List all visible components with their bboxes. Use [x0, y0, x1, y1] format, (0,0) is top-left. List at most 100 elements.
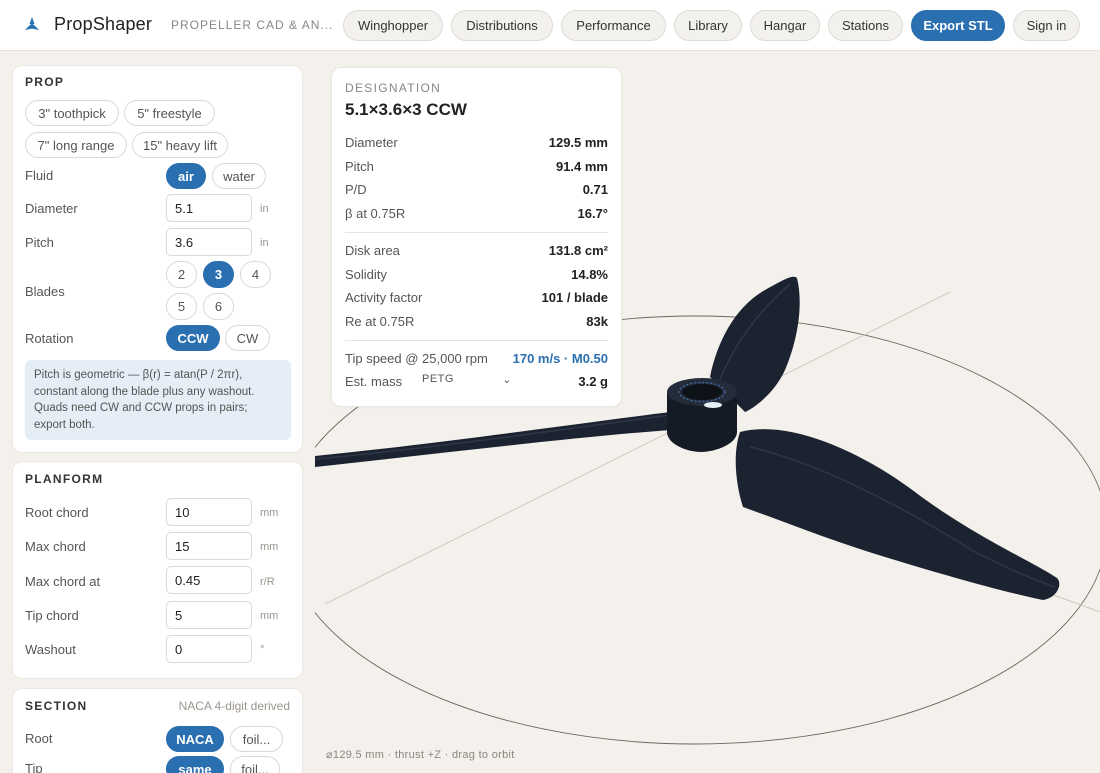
rotation-cw-toggle[interactable]: CW [225, 325, 270, 351]
viewport-caption: ⌀129.5 mm · thrust +Z · drag to orbit [326, 749, 515, 761]
export-stl-button[interactable]: Export STL [911, 10, 1005, 41]
root-chord-input[interactable] [166, 498, 252, 526]
fluid-water-toggle[interactable]: water [212, 163, 266, 189]
spec-value: 0.71 [582, 182, 608, 197]
spec-value: 129.5 mm [548, 135, 608, 150]
blades-4-option[interactable]: 4 [240, 261, 271, 288]
spec-row: Solidity 14.8% [345, 267, 608, 285]
tip-foil-toggle[interactable]: foil... [230, 756, 280, 773]
washout-input[interactable] [166, 635, 252, 663]
blade-left [315, 412, 671, 467]
nav-library[interactable]: Library [674, 10, 742, 41]
blades-2-option[interactable]: 2 [166, 261, 197, 288]
preset-5in-freestyle[interactable]: 5" freestyle [124, 100, 215, 126]
root-chord-unit: mm [260, 507, 279, 519]
root-naca-toggle[interactable]: NACA [166, 726, 224, 752]
spec-row: β at 0.75R 16.7° [345, 206, 608, 224]
planform-panel: PLANFORM Root chord mm Max chord mm Max … [12, 461, 303, 679]
tip-chord-unit: mm [260, 610, 279, 622]
spec-row: Disk area 131.8 cm² [345, 243, 608, 261]
spec-row: P/D 0.71 [345, 182, 608, 200]
pitch-info-note: Pitch is geometric — β(r) = atan(P / 2πr… [25, 360, 291, 440]
spec-key: Solidity [345, 267, 387, 282]
mass-value: 3.2 g [578, 374, 608, 389]
max-chord-at-input[interactable] [166, 566, 252, 594]
nav-stations[interactable]: Stations [828, 10, 903, 41]
preset-15in-heavy-lift[interactable]: 15" heavy lift [132, 132, 228, 158]
blades-3-option[interactable]: 3 [203, 261, 234, 288]
root-chord-label: Root chord [25, 505, 89, 520]
max-chord-at-unit: r/R [260, 576, 275, 588]
blades-6-option[interactable]: 6 [203, 293, 234, 320]
washout-label: Washout [25, 642, 76, 657]
spec-key: P/D [345, 182, 367, 197]
material-value: PETG [422, 373, 454, 385]
blades-label: Blades [25, 284, 65, 299]
section-panel: SECTION NACA 4-digit derived Root NACA f… [12, 688, 303, 773]
spec-key: Re at 0.75R [345, 314, 415, 329]
max-chord-label: Max chord [25, 539, 86, 554]
designation-card: DESIGNATION 5.1×3.6×3 CCW Diameter 129.5… [331, 67, 622, 407]
root-foil-toggle[interactable]: foil... [230, 726, 283, 752]
spec-value: 16.7° [577, 206, 608, 221]
sign-in-button[interactable]: Sign in [1013, 10, 1080, 41]
spec-key: Pitch [345, 159, 374, 174]
tip-speed-value: 170 m/s · M0.50 [512, 351, 608, 366]
tip-speed-row: Tip speed @ 25,000 rpm 170 m/s · M0.50 [345, 351, 608, 369]
tip-section-label: Tip [25, 761, 43, 773]
preset-7in-long-range[interactable]: 7" long range [25, 132, 127, 158]
max-chord-unit: mm [260, 541, 279, 553]
spec-row: Diameter 129.5 mm [345, 135, 608, 153]
nav-winghopper[interactable]: Winghopper [343, 10, 443, 41]
planform-panel-title: PLANFORM [25, 472, 104, 486]
section-panel-title: SECTION [25, 699, 88, 713]
tip-speed-key: Tip speed @ 25,000 rpm [345, 351, 488, 366]
nav-distributions[interactable]: Distributions [451, 10, 553, 41]
spec-row: Pitch 91.4 mm [345, 159, 608, 177]
pitch-input[interactable] [166, 228, 252, 256]
diameter-unit: in [260, 203, 269, 215]
chevron-down-icon: ⌄ [502, 374, 512, 386]
blade-bottom-right [735, 429, 1060, 600]
nav-performance[interactable]: Performance [561, 10, 666, 41]
diameter-input[interactable] [166, 194, 252, 222]
spec-row: Activity factor 101 / blade [345, 290, 608, 308]
hub-highlight [704, 402, 722, 408]
divider [345, 340, 608, 341]
spec-key: Diameter [345, 135, 398, 150]
nav-hangar[interactable]: Hangar [750, 10, 820, 41]
section-panel-note: NACA 4-digit derived [178, 699, 290, 713]
designation-label: DESIGNATION [345, 81, 442, 95]
blades-5-option[interactable]: 5 [166, 293, 197, 320]
spec-key: Disk area [345, 243, 400, 258]
fluid-label: Fluid [25, 168, 54, 183]
mass-key: Est. mass [345, 374, 403, 389]
rotation-ccw-toggle[interactable]: CCW [166, 325, 220, 351]
divider [345, 232, 608, 233]
pitch-label: Pitch [25, 235, 54, 250]
spec-key: Activity factor [345, 290, 423, 305]
tip-chord-label: Tip chord [25, 608, 79, 623]
tip-same-toggle[interactable]: same [166, 756, 224, 773]
mass-row: Est. mass PETG ⌄ 3.2 g [345, 373, 608, 393]
designation-title: 5.1×3.6×3 CCW [345, 100, 467, 119]
tip-chord-input[interactable] [166, 601, 252, 629]
material-select[interactable]: PETG ⌄ [422, 373, 512, 393]
propeller-logo-icon [25, 17, 39, 30]
diameter-label: Diameter [25, 201, 78, 216]
spec-value: 14.8% [571, 267, 608, 282]
prop-panel-title: PROP [25, 75, 65, 89]
max-chord-input[interactable] [166, 532, 252, 560]
spec-row: Re at 0.75R 83k [345, 314, 608, 332]
spec-value: 83k [586, 314, 608, 329]
preset-3in-toothpick[interactable]: 3" toothpick [25, 100, 119, 126]
spec-value: 131.8 cm² [548, 243, 608, 258]
max-chord-at-label: Max chord at [25, 574, 101, 589]
top-bar: PropShaper PROPELLER CAD & AN... Winghop… [0, 0, 1100, 51]
pitch-unit: in [260, 237, 269, 249]
root-section-label: Root [25, 731, 53, 746]
rotation-label: Rotation [25, 331, 74, 346]
spec-key: β at 0.75R [345, 206, 406, 221]
brand-name: PropShaper [54, 14, 153, 34]
fluid-air-toggle[interactable]: air [166, 163, 206, 189]
